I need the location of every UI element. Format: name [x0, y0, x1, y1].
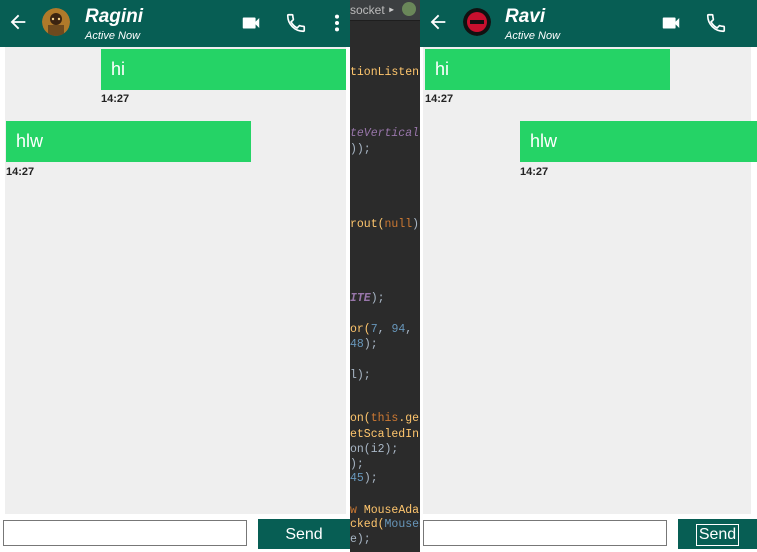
code-token: MouseE: [384, 518, 420, 531]
back-arrow-icon[interactable]: [427, 11, 449, 33]
code-token: w: [350, 504, 364, 517]
code-token: ITE: [350, 292, 371, 305]
code-line: ITE);: [350, 292, 385, 305]
editor-tab-label[interactable]: socket: [350, 3, 385, 17]
code-line: teVertical: [350, 127, 419, 140]
code-token: ,: [377, 323, 392, 336]
code-token: );: [350, 458, 364, 471]
code-token: 7: [370, 323, 378, 336]
message-time: 14:27: [425, 93, 454, 105]
code-token: );: [363, 338, 378, 351]
contact-status: Active Now: [85, 30, 141, 42]
message-bubble-received: hlw: [6, 121, 251, 162]
message-bubble-sent: hlw: [520, 121, 757, 162]
back-arrow-icon[interactable]: [7, 11, 29, 33]
code-token: ));: [350, 143, 371, 156]
send-button-label: Send: [695, 524, 740, 546]
code-token: on(i2);: [350, 443, 399, 456]
message-list[interactable]: hi 14:27 hlw 14:27: [5, 47, 346, 514]
run-icon[interactable]: [402, 2, 416, 16]
code-token: null: [384, 218, 413, 231]
code-token: 45: [350, 472, 364, 485]
more-options-icon[interactable]: [326, 12, 348, 34]
code-editor-background: socket ▸ tionListen teVertical)); rout(nul…: [350, 0, 420, 552]
code-line: e);: [350, 533, 371, 546]
message-input[interactable]: [423, 520, 667, 546]
contact-name: Ragini: [85, 6, 144, 27]
code-line: l);: [350, 369, 371, 382]
code-token: or(: [350, 323, 371, 336]
code-token: rout(: [350, 218, 385, 231]
chat-window-ravi: Ravi Active Now hi 14:27 hlw 14:27 Send: [420, 0, 757, 552]
tab-play-icon[interactable]: ▸: [388, 2, 395, 17]
code-line: on(i2);: [350, 443, 398, 456]
code-token: .get: [398, 412, 420, 425]
code-token: teVertical: [350, 127, 420, 140]
code-line: 45);: [350, 472, 378, 485]
code-token: on(: [350, 412, 371, 425]
send-button[interactable]: Send: [678, 519, 757, 549]
code-line: 48);: [350, 338, 378, 351]
code-line: );: [350, 458, 364, 471]
composer: Send: [420, 514, 757, 552]
code-token: 48: [350, 338, 364, 351]
avatar[interactable]: [42, 8, 70, 36]
code-line: rout(null);: [350, 218, 420, 231]
editor-tab-bar: socket ▸: [350, 0, 420, 21]
message-bubble-received: hi: [425, 49, 670, 90]
code-line: ));: [350, 143, 371, 156]
message-input[interactable]: [3, 520, 247, 546]
message-time: 14:27: [520, 166, 549, 178]
message-bubble-sent: hi: [101, 49, 346, 90]
code-line: on(this.get: [350, 412, 420, 425]
code-line: w MouseAdap: [350, 504, 420, 517]
code-token: 94: [391, 323, 406, 336]
contact-name: Ravi: [505, 6, 546, 27]
contact-status: Active Now: [505, 30, 561, 42]
code-token: this: [370, 412, 399, 425]
code-token: l);: [350, 369, 371, 382]
chat-header: Ragini Active Now: [0, 0, 350, 47]
code-token: tionListen: [350, 66, 420, 79]
video-call-icon[interactable]: [240, 12, 262, 34]
code-token: );: [363, 472, 378, 485]
video-call-icon[interactable]: [660, 12, 682, 34]
send-button[interactable]: Send: [258, 519, 350, 549]
code-token: MouseAdap: [363, 504, 420, 517]
code-token: ,: [405, 323, 420, 336]
code-line: tionListen: [350, 66, 419, 79]
phone-icon[interactable]: [705, 12, 727, 34]
chat-header: Ravi Active Now: [420, 0, 757, 47]
code-token: );: [412, 218, 420, 231]
message-list[interactable]: hi 14:27 hlw 14:27: [423, 47, 757, 514]
chat-window-ragini: Ragini Active Now hi 14:27 hlw 14:27 Sen…: [0, 0, 350, 552]
composer: Send: [0, 514, 350, 552]
avatar[interactable]: [463, 8, 491, 36]
code-token: cked(: [350, 518, 385, 531]
code-token: e);: [350, 533, 371, 546]
code-line: cked(MouseE: [350, 518, 420, 531]
code-token: etScaledIns: [350, 428, 420, 441]
code-token: );: [370, 292, 385, 305]
phone-icon[interactable]: [285, 12, 307, 34]
code-line: or(7, 94, 7: [350, 323, 420, 336]
code-line: etScaledIns: [350, 428, 420, 441]
message-time: 14:27: [6, 166, 35, 178]
message-time: 14:27: [101, 93, 130, 105]
